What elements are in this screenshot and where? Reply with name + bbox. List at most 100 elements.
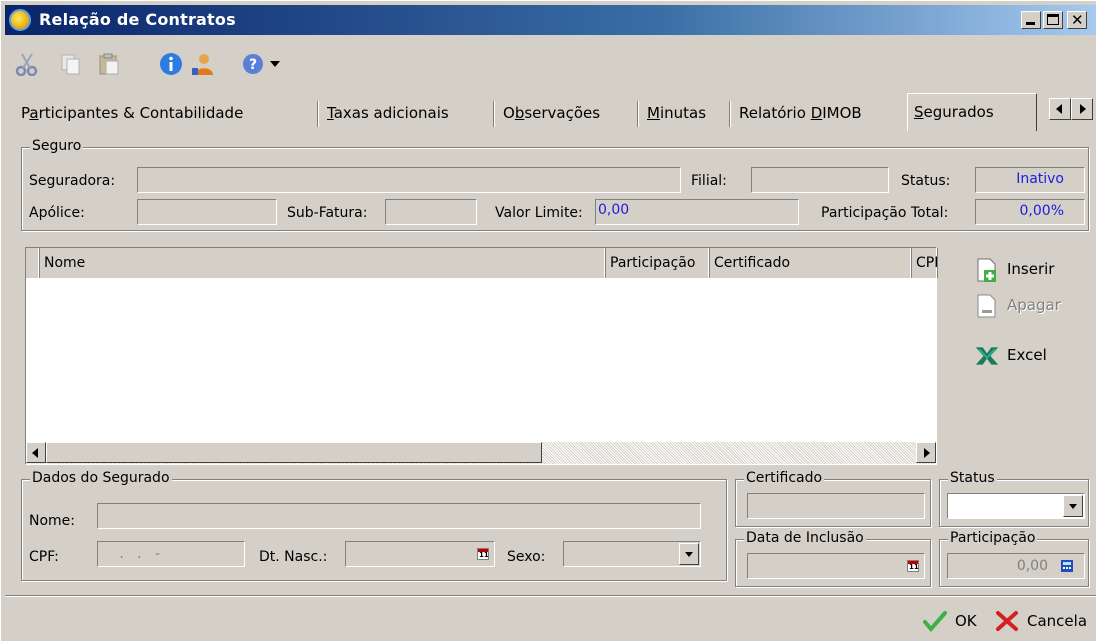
segurados-grid[interactable]: Nome Participação Certificado CPF — [25, 247, 938, 465]
ok-button[interactable]: OK — [923, 610, 983, 634]
tab-observacoes[interactable]: Observações — [497, 97, 606, 129]
arrow-right-icon — [1080, 104, 1086, 114]
paste-icon[interactable] — [97, 52, 121, 76]
participacao-total-label: Participação Total: — [821, 205, 949, 221]
main-window: Relação de Contratos ✕ ? Participantes &… — [0, 0, 1096, 641]
apagar-button[interactable]: Apagar — [975, 293, 1075, 321]
calendar-icon[interactable] — [907, 560, 919, 572]
seguradora-field[interactable] — [137, 167, 681, 193]
subfatura-label: Sub-Fatura: — [287, 205, 368, 221]
info-icon[interactable] — [159, 52, 183, 76]
tab-relatorio-dimob[interactable]: Relatório DIMOB — [733, 97, 868, 129]
excel-icon — [975, 347, 999, 365]
subfatura-field[interactable] — [385, 199, 477, 225]
tab-participantes[interactable]: Participantes & Contabilidade — [15, 97, 249, 129]
chevron-down-icon — [1069, 504, 1077, 509]
tab-scroll-left-button[interactable] — [1049, 98, 1071, 120]
minimize-icon — [1026, 22, 1035, 25]
calculator-icon[interactable] — [1060, 559, 1074, 573]
column-header-participacao[interactable]: Participação — [606, 248, 710, 278]
nome-label: Nome: — [29, 513, 76, 529]
participacao-total-field: 0,00% — [975, 199, 1085, 225]
participacao-total-value: 0,00% — [1019, 203, 1064, 219]
arrow-right-icon — [924, 448, 930, 458]
certificado-field[interactable] — [747, 493, 925, 519]
valor-limite-label: Valor Limite: — [495, 205, 583, 221]
valor-limite-field[interactable]: 0,00 — [595, 199, 799, 225]
tab-separator — [637, 101, 639, 127]
cut-icon[interactable] — [15, 52, 39, 76]
help-icon[interactable]: ? — [241, 52, 265, 76]
cpf-field[interactable]: . . - — [97, 541, 245, 567]
status-label: Status: — [901, 173, 951, 189]
title-bar[interactable]: Relação de Contratos ✕ — [5, 5, 1096, 35]
footer-bar: OK Cancela — [5, 595, 1096, 641]
tab-scroll-right-button[interactable] — [1071, 98, 1093, 120]
apolice-field[interactable] — [137, 199, 277, 225]
maximize-icon — [1047, 14, 1059, 25]
toolbar: ? — [5, 37, 1096, 87]
scroll-thumb[interactable] — [46, 442, 542, 463]
data-inclusao-group-title: Data de Inclusão — [744, 530, 866, 546]
status-select[interactable] — [947, 493, 1085, 519]
status-group-title: Status — [948, 470, 997, 486]
close-button[interactable]: ✕ — [1067, 11, 1087, 29]
scroll-right-button[interactable] — [916, 442, 936, 463]
seguro-group-title: Seguro — [30, 138, 84, 154]
calendar-icon[interactable] — [477, 548, 489, 560]
copy-icon[interactable] — [59, 52, 83, 76]
tab-separator — [493, 101, 495, 127]
arrow-left-icon — [1056, 104, 1062, 114]
tab-minutas[interactable]: Minutas — [641, 97, 712, 129]
valor-limite-value: 0,00 — [598, 202, 630, 218]
dtnasc-label: Dt. Nasc.: — [259, 549, 328, 565]
excel-label: Excel — [1007, 346, 1047, 364]
seguradora-label: Seguradora: — [29, 173, 116, 189]
apolice-label: Apólice: — [29, 205, 85, 221]
checkmark-icon — [923, 611, 947, 632]
grid-header: Nome Participação Certificado CPF — [26, 248, 938, 278]
dados-segurado-group-title: Dados do Segurado — [30, 470, 172, 486]
data-inclusao-field[interactable] — [747, 553, 925, 579]
grid-horizontal-scrollbar[interactable] — [26, 442, 936, 464]
delete-document-icon — [977, 294, 996, 318]
maximize-button[interactable] — [1043, 11, 1063, 29]
sexo-select[interactable] — [563, 541, 701, 567]
column-header-nome[interactable]: Nome — [40, 248, 606, 278]
user-icon[interactable] — [191, 52, 215, 76]
sexo-dropdown-button[interactable] — [679, 543, 699, 565]
cpf-value: . . - — [106, 546, 169, 562]
status-dropdown-button[interactable] — [1063, 495, 1083, 517]
excel-button[interactable]: Excel — [975, 343, 1075, 371]
cancel-button[interactable]: Cancela — [995, 610, 1095, 634]
dtnasc-field[interactable] — [345, 541, 495, 567]
tab-strip: Participantes & Contabilidade Taxas adic… — [9, 93, 1096, 133]
participacao-field[interactable]: 0,00 — [947, 553, 1085, 579]
minimize-button[interactable] — [1021, 11, 1041, 29]
tab-separator — [729, 101, 731, 127]
inserir-button[interactable]: Inserir — [975, 257, 1075, 285]
sexo-label: Sexo: — [507, 549, 546, 565]
inserir-label: Inserir — [1007, 260, 1055, 278]
cancel-x-icon — [996, 611, 1018, 631]
app-icon — [9, 9, 31, 31]
tab-separator — [317, 101, 319, 127]
filial-field[interactable] — [751, 167, 889, 193]
participacao-group-title: Participação — [948, 530, 1038, 546]
close-icon: ✕ — [1071, 11, 1084, 29]
tab-segurados[interactable]: Segurados — [907, 93, 1037, 131]
ok-label: OK — [955, 612, 977, 630]
column-header-certificado[interactable]: Certificado — [710, 248, 912, 278]
grid-row-indicator-header — [26, 248, 40, 278]
status-value: Inativo — [1016, 171, 1064, 187]
arrow-left-icon — [32, 448, 38, 458]
dropdown-arrow-icon[interactable] — [269, 59, 281, 69]
nome-field[interactable] — [97, 503, 701, 529]
chevron-down-icon — [685, 552, 693, 557]
scroll-left-button[interactable] — [26, 442, 46, 463]
participacao-value: 0,00 — [1016, 558, 1048, 574]
column-header-cpf[interactable]: CPF — [912, 248, 938, 278]
certificado-group-title: Certificado — [744, 470, 825, 486]
apagar-label: Apagar — [1007, 296, 1061, 314]
tab-taxas[interactable]: Taxas adicionais — [321, 97, 455, 129]
